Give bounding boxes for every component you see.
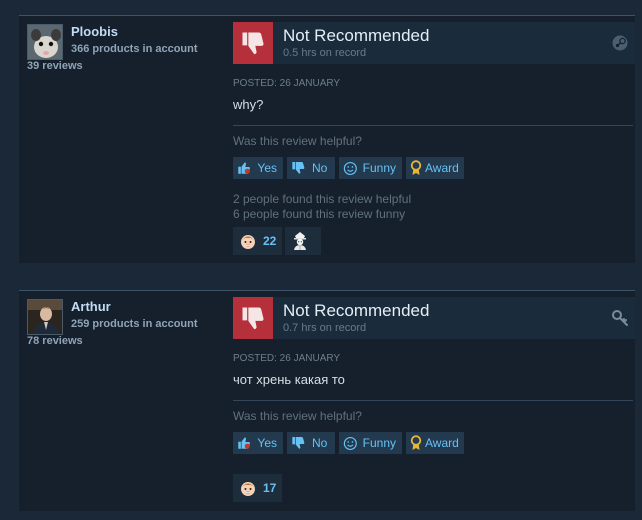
thumbs-up-icon xyxy=(238,162,250,174)
baby-face-icon xyxy=(241,482,255,496)
smiley-icon xyxy=(343,436,357,450)
user-avatar[interactable] xyxy=(27,24,63,60)
steam-icon xyxy=(611,34,629,52)
divider xyxy=(233,400,633,401)
divider xyxy=(233,125,633,126)
vote-header[interactable]: Not Recommended 0.5 hrs on record xyxy=(233,22,635,64)
helpful-question: Was this review helpful? xyxy=(233,134,362,148)
thumbs-down-icon xyxy=(292,437,305,449)
rating-buttons: Yes No Funny Award xyxy=(233,157,464,179)
yes-label: Yes xyxy=(257,436,277,450)
vote-funny-button[interactable]: Funny xyxy=(339,157,402,179)
review-card: Arthur 259 products in account 78 review… xyxy=(19,290,635,511)
vote-no-button[interactable]: No xyxy=(287,157,335,179)
funny-label: Funny xyxy=(362,436,396,450)
user-name[interactable]: Ploobis xyxy=(71,24,118,39)
vote-no-button[interactable]: No xyxy=(287,432,335,454)
reaction-count: 17 xyxy=(263,481,277,495)
award-ribbon-icon xyxy=(410,435,422,450)
award-button[interactable]: Award xyxy=(406,432,464,454)
user-name[interactable]: Arthur xyxy=(71,299,111,314)
posted-date: POSTED: 26 JANUARY xyxy=(233,353,341,364)
reviews-count[interactable]: 78 reviews xyxy=(27,335,83,347)
thumbs-down-icon xyxy=(233,297,273,339)
vote-header[interactable]: Not Recommended 0.7 hrs on record xyxy=(233,297,635,339)
key-icon xyxy=(611,309,629,327)
vote-yes-button[interactable]: Yes xyxy=(233,157,283,179)
reaction-baby-face[interactable]: 17 xyxy=(233,474,283,502)
products-count[interactable]: 259 products in account xyxy=(71,318,198,330)
yes-label: Yes xyxy=(257,161,277,175)
review-verdict: Not Recommended xyxy=(283,26,430,45)
detective-icon xyxy=(294,232,307,250)
award-label: Award xyxy=(425,161,459,175)
no-label: No xyxy=(312,436,328,450)
reaction-detective[interactable] xyxy=(285,227,322,255)
review-text: чот хрень какая то xyxy=(233,372,345,387)
reaction-baby-face[interactable]: 22 xyxy=(233,227,283,255)
thumbs-up-icon xyxy=(238,437,250,449)
found-funny-text: 6 people found this review funny xyxy=(233,207,406,221)
award-ribbon-icon xyxy=(410,160,422,175)
hours-on-record: 0.7 hrs on record xyxy=(283,322,367,334)
reviews-count[interactable]: 39 reviews xyxy=(27,60,83,72)
hours-on-record: 0.5 hrs on record xyxy=(283,47,367,59)
no-label: No xyxy=(312,161,328,175)
funny-label: Funny xyxy=(362,161,396,175)
review-card: Ploobis 366 products in account 39 revie… xyxy=(19,15,635,263)
review-text: why? xyxy=(233,97,264,112)
vote-funny-button[interactable]: Funny xyxy=(339,432,402,454)
baby-face-icon xyxy=(241,235,255,249)
vote-yes-button[interactable]: Yes xyxy=(233,432,283,454)
helpful-question: Was this review helpful? xyxy=(233,409,362,423)
rating-buttons: Yes No Funny Award xyxy=(233,432,464,454)
reactions: 17 xyxy=(233,474,283,502)
found-helpful-text: 2 people found this review helpful xyxy=(233,192,412,206)
reactions: 22 xyxy=(233,227,322,255)
award-button[interactable]: Award xyxy=(406,157,464,179)
smiley-icon xyxy=(343,161,357,175)
thumbs-down-icon xyxy=(233,22,273,64)
products-count[interactable]: 366 products in account xyxy=(71,43,198,55)
award-label: Award xyxy=(425,436,459,450)
review-verdict: Not Recommended xyxy=(283,301,430,320)
thumbs-down-icon xyxy=(292,162,305,174)
user-avatar[interactable] xyxy=(27,299,63,335)
reaction-count: 22 xyxy=(263,234,277,248)
posted-date: POSTED: 26 JANUARY xyxy=(233,78,341,89)
